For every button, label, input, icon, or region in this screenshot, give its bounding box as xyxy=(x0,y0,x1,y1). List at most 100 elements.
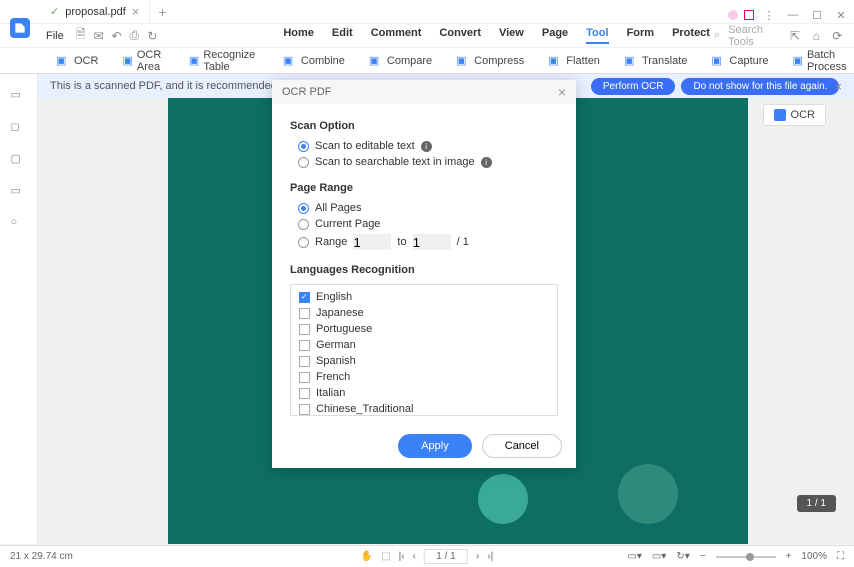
tool-batch-process[interactable]: ▣Batch Process xyxy=(787,49,854,73)
range-from-input[interactable] xyxy=(353,234,391,250)
all-pages-radio[interactable]: All Pages xyxy=(298,202,558,214)
notification-icon[interactable] xyxy=(744,10,754,20)
tool-icon: ▣ xyxy=(189,54,199,68)
zoom-slider[interactable] xyxy=(716,556,776,558)
save-icon[interactable]: 🗎 xyxy=(74,28,88,44)
view-single-icon[interactable]: ▭▾ xyxy=(627,551,641,562)
cancel-button[interactable]: Cancel xyxy=(482,434,562,458)
checkbox-icon xyxy=(299,404,310,415)
last-page-icon[interactable]: ›| xyxy=(487,551,493,562)
tab-bar: ✓ proposal.pdf × + xyxy=(0,0,854,24)
checkbox-icon xyxy=(299,308,310,319)
close-window-button[interactable]: ✕ xyxy=(832,8,850,22)
range-total-label: / 1 xyxy=(457,236,469,248)
more-icon[interactable]: ⋮ xyxy=(760,8,778,22)
menu-tab-convert[interactable]: Convert xyxy=(439,27,481,44)
tool-ocr-area[interactable]: ▣OCR Area xyxy=(116,49,170,73)
share-icon[interactable]: ⇱ xyxy=(788,28,801,44)
lang-japanese[interactable]: Japanese xyxy=(295,305,553,321)
fit-icon[interactable]: ⬚ xyxy=(381,551,390,562)
document-tab[interactable]: ✓ proposal.pdf × xyxy=(40,1,150,23)
zoom-out-icon[interactable]: − xyxy=(700,551,706,562)
language-list[interactable]: EnglishJapanesePortugueseGermanSpanishFr… xyxy=(290,284,558,416)
tool-compare[interactable]: ▣Compare xyxy=(363,54,438,68)
tool-translate[interactable]: ▣Translate xyxy=(618,54,693,68)
menu-tab-home[interactable]: Home xyxy=(283,27,314,44)
zoom-in-icon[interactable]: + xyxy=(786,551,792,562)
minimize-button[interactable]: — xyxy=(784,8,802,22)
dismiss-banner-pill[interactable]: Do not show for this file again. xyxy=(681,78,839,95)
tab-close-icon[interactable]: × xyxy=(132,4,140,19)
tool-recognize-table[interactable]: ▣Recognize Table xyxy=(183,49,265,73)
illustration-person-2 xyxy=(608,454,738,544)
rotate-icon[interactable]: ↻▾ xyxy=(676,551,689,562)
maximize-button[interactable]: ☐ xyxy=(808,8,826,22)
bookmark-icon[interactable]: ◻ xyxy=(11,120,27,136)
view-continuous-icon[interactable]: ▭▾ xyxy=(652,551,666,562)
attachment-icon[interactable]: ▭ xyxy=(11,184,27,200)
lang-german[interactable]: German xyxy=(295,337,553,353)
checkbox-icon xyxy=(299,340,310,351)
lang-italian[interactable]: Italian xyxy=(295,385,553,401)
radio-off-icon[interactable] xyxy=(298,237,309,248)
sync-icon[interactable]: ⟳ xyxy=(831,28,844,44)
comment-panel-icon[interactable]: ▢ xyxy=(11,152,27,168)
radio-on-icon xyxy=(298,141,309,152)
undo-icon[interactable]: ↶ xyxy=(110,28,124,44)
modal-close-icon[interactable]: × xyxy=(558,84,566,100)
next-page-icon[interactable]: › xyxy=(476,551,479,562)
perform-ocr-pill[interactable]: Perform OCR xyxy=(591,78,676,95)
ocr-float-button[interactable]: OCR xyxy=(763,104,826,126)
security-icon: ✓ xyxy=(50,5,59,18)
lang-spanish[interactable]: Spanish xyxy=(295,353,553,369)
radio-on-icon xyxy=(298,203,309,214)
menu-tab-tool[interactable]: Tool xyxy=(586,27,608,44)
banner-text: This is a scanned PDF, and it is recomme… xyxy=(50,80,291,92)
tool-icon: ▣ xyxy=(793,54,803,68)
lang-english[interactable]: English xyxy=(295,289,553,305)
tool-ocr[interactable]: ▣OCR xyxy=(50,54,104,68)
menu-tab-form[interactable]: Form xyxy=(627,27,655,44)
apply-button[interactable]: Apply xyxy=(398,434,472,458)
tool-capture[interactable]: ▣Capture xyxy=(705,54,774,68)
lang-french[interactable]: French xyxy=(295,369,553,385)
tool-flatten[interactable]: ▣Flatten xyxy=(542,54,606,68)
page-input[interactable]: 1 xyxy=(436,551,442,562)
thumbnail-icon[interactable]: ▭ xyxy=(11,88,27,104)
prev-page-icon[interactable]: ‹ xyxy=(413,551,416,562)
radio-off-icon xyxy=(298,157,309,168)
info-icon[interactable]: i xyxy=(481,157,492,168)
tool-combine[interactable]: ▣Combine xyxy=(277,54,351,68)
new-tab-button[interactable]: + xyxy=(150,4,174,20)
app-logo-icon xyxy=(10,18,30,38)
scan-searchable-radio[interactable]: Scan to searchable text in image i xyxy=(298,156,558,168)
menu-tab-edit[interactable]: Edit xyxy=(332,27,353,44)
page-dimensions: 21 x 29.74 cm xyxy=(10,551,73,562)
redo-icon[interactable]: ↻ xyxy=(145,28,159,44)
hand-tool-icon[interactable]: ✋ xyxy=(361,551,373,562)
menu-tab-comment[interactable]: Comment xyxy=(371,27,422,44)
banner-close-icon[interactable]: × xyxy=(834,79,842,94)
info-icon[interactable]: i xyxy=(421,141,432,152)
scan-editable-radio[interactable]: Scan to editable text i xyxy=(298,140,558,152)
tool-compress[interactable]: ▣Compress xyxy=(450,54,530,68)
menu-tab-view[interactable]: View xyxy=(499,27,524,44)
cloud-icon[interactable]: ⌂ xyxy=(810,28,823,44)
page-badge: 1 / 1 xyxy=(797,495,836,512)
status-bar: 21 x 29.74 cm ✋ ⬚ |‹ ‹ 1 / 1 › ›| ▭▾ ▭▾ … xyxy=(0,545,854,567)
lang-portuguese[interactable]: Portuguese xyxy=(295,321,553,337)
search-panel-icon[interactable]: ○ xyxy=(11,216,27,232)
current-page-radio[interactable]: Current Page xyxy=(298,218,558,230)
zoom-value[interactable]: 100% xyxy=(801,551,827,562)
range-to-input[interactable] xyxy=(413,234,451,250)
menu-tab-page[interactable]: Page xyxy=(542,27,568,44)
file-menu[interactable]: File xyxy=(40,30,70,42)
search-tools-input[interactable]: Search Tools xyxy=(728,24,780,48)
mail-icon[interactable]: ✉ xyxy=(92,28,106,44)
lang-chinese-traditional[interactable]: Chinese_Traditional xyxy=(295,401,553,416)
menu-tab-protect[interactable]: Protect xyxy=(672,27,710,44)
fullscreen-icon[interactable]: ⛶ xyxy=(837,551,844,562)
first-page-icon[interactable]: |‹ xyxy=(399,551,405,562)
modal-title: OCR PDF xyxy=(282,86,332,98)
print-icon[interactable]: ⎙ xyxy=(128,28,142,44)
